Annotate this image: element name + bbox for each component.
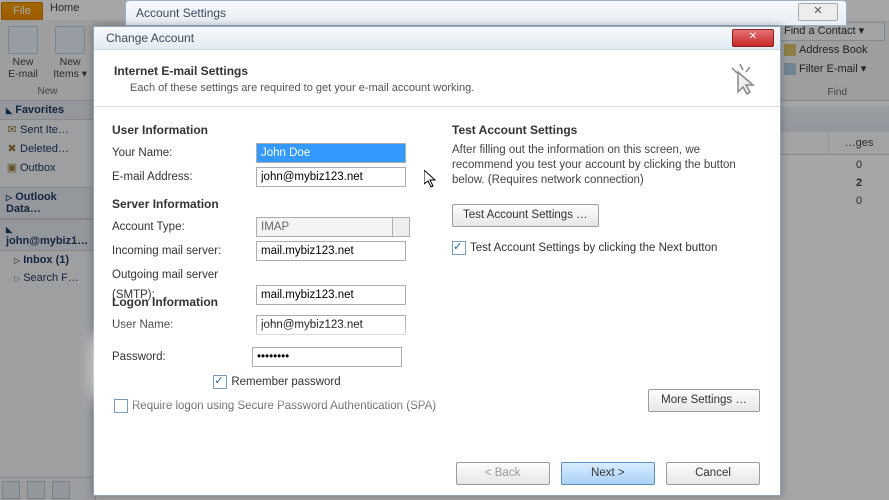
remember-password-checkbox[interactable] — [213, 375, 227, 389]
remember-password-row: Remember password — [112, 375, 442, 389]
find-group-label: Find — [828, 87, 847, 98]
new-items-button[interactable]: New Items ▾ — [53, 26, 87, 80]
change-account-dialog: Change Account ✕ Internet E-mail Setting… — [93, 26, 781, 496]
close-icon[interactable]: ✕ — [798, 3, 838, 21]
back-button[interactable]: < Back — [456, 462, 550, 485]
banner-text: Each of these settings are required to g… — [130, 82, 760, 94]
cancel-button[interactable]: Cancel — [666, 462, 760, 485]
chevron-down-icon — [398, 225, 404, 229]
email-label: E-mail Address: — [112, 167, 256, 187]
nav-sent[interactable]: ✉Sent Ite… — [0, 120, 95, 139]
mail-icon — [8, 26, 38, 54]
spa-row: Require logon using Secure Password Auth… — [114, 399, 446, 413]
next-button[interactable]: Next > — [561, 462, 655, 485]
new-email-button[interactable]: New E-mail — [8, 26, 38, 80]
your-name-input[interactable] — [256, 143, 406, 163]
nav-deleted[interactable]: ✖Deleted… — [0, 139, 95, 158]
nav-pane: ◣ Favorites ✉Sent Ite… ✖Deleted… ▣Outbox… — [0, 100, 96, 500]
spa-checkbox[interactable] — [114, 399, 128, 413]
password-input[interactable] — [252, 347, 402, 367]
banner-heading: Internet E-mail Settings — [114, 64, 760, 78]
incoming-server-input[interactable] — [256, 241, 406, 261]
email-input[interactable] — [256, 167, 406, 187]
account-type-label: Account Type: — [112, 217, 256, 237]
folder-icon: ✉ — [6, 123, 18, 136]
section-test: Test Account Settings — [452, 123, 752, 137]
funnel-icon — [784, 63, 796, 75]
more-settings-button[interactable]: More Settings … — [648, 389, 760, 412]
close-button[interactable]: ✕ — [732, 29, 774, 47]
test-next-checkbox[interactable] — [452, 241, 466, 255]
user-name-input[interactable] — [256, 315, 406, 335]
find-group: Find a Contact ▾ Address Book Filter E-m… — [777, 22, 885, 98]
group-new-label: New — [0, 86, 95, 97]
nav-inbox[interactable]: ▷ Inbox (1) — [0, 251, 95, 269]
home-tab[interactable]: Home — [50, 2, 79, 14]
nav-data-files[interactable]: ▷ Outlook Data… — [0, 187, 95, 219]
account-type-select[interactable]: IMAP — [256, 217, 410, 237]
outgoing-server-input[interactable] — [256, 285, 406, 305]
nav-footer — [0, 477, 95, 500]
book-icon — [784, 44, 796, 56]
incoming-label: Incoming mail server: — [112, 241, 256, 261]
dialog-title: Change Account ✕ — [94, 27, 780, 50]
dialog-title: Account Settings — [126, 1, 846, 25]
spa-label: Require logon using Secure Password Auth… — [132, 400, 436, 412]
calendar-switch-icon[interactable] — [27, 481, 45, 499]
test-description: After filling out the information on thi… — [452, 143, 752, 188]
cursor-click-icon — [730, 64, 758, 96]
dialog-footer: < Back Next > Cancel — [448, 462, 760, 485]
right-column: Test Account Settings After filling out … — [452, 117, 752, 255]
dialog-banner: Internet E-mail Settings Each of these s… — [94, 50, 780, 107]
remember-password-label: Remember password — [231, 376, 340, 388]
nav-search[interactable]: ▷ Search F… — [0, 269, 95, 287]
file-tab[interactable]: File — [1, 2, 43, 21]
left-column: User Information Your Name: E-mail Addre… — [112, 117, 446, 413]
trash-icon: ✖ — [6, 142, 18, 155]
items-icon — [55, 26, 85, 54]
contacts-switch-icon[interactable] — [52, 481, 70, 499]
account-settings-dialog: Account Settings ✕ — [125, 0, 847, 26]
section-user-info: User Information — [112, 123, 446, 137]
password-highlight: Password: Remember password — [102, 341, 452, 393]
your-name-label: Your Name: — [112, 143, 256, 163]
address-book[interactable]: Address Book — [777, 41, 885, 60]
password-label: Password: — [112, 347, 252, 367]
user-name-label: User Name: — [112, 315, 256, 335]
nav-favorites[interactable]: ◣ Favorites — [0, 100, 95, 120]
test-next-label: Test Account Settings by clicking the Ne… — [470, 242, 717, 254]
section-server-info: Server Information — [112, 197, 446, 211]
filter-email[interactable]: Filter E-mail ▾ — [777, 60, 885, 79]
test-account-button[interactable]: Test Account Settings … — [452, 204, 599, 227]
folder-icon: ▣ — [6, 161, 18, 174]
nav-outbox[interactable]: ▣Outbox — [0, 158, 95, 177]
mail-switch-icon[interactable] — [2, 481, 20, 499]
nav-account[interactable]: ◣ john@mybiz1… — [0, 219, 95, 251]
